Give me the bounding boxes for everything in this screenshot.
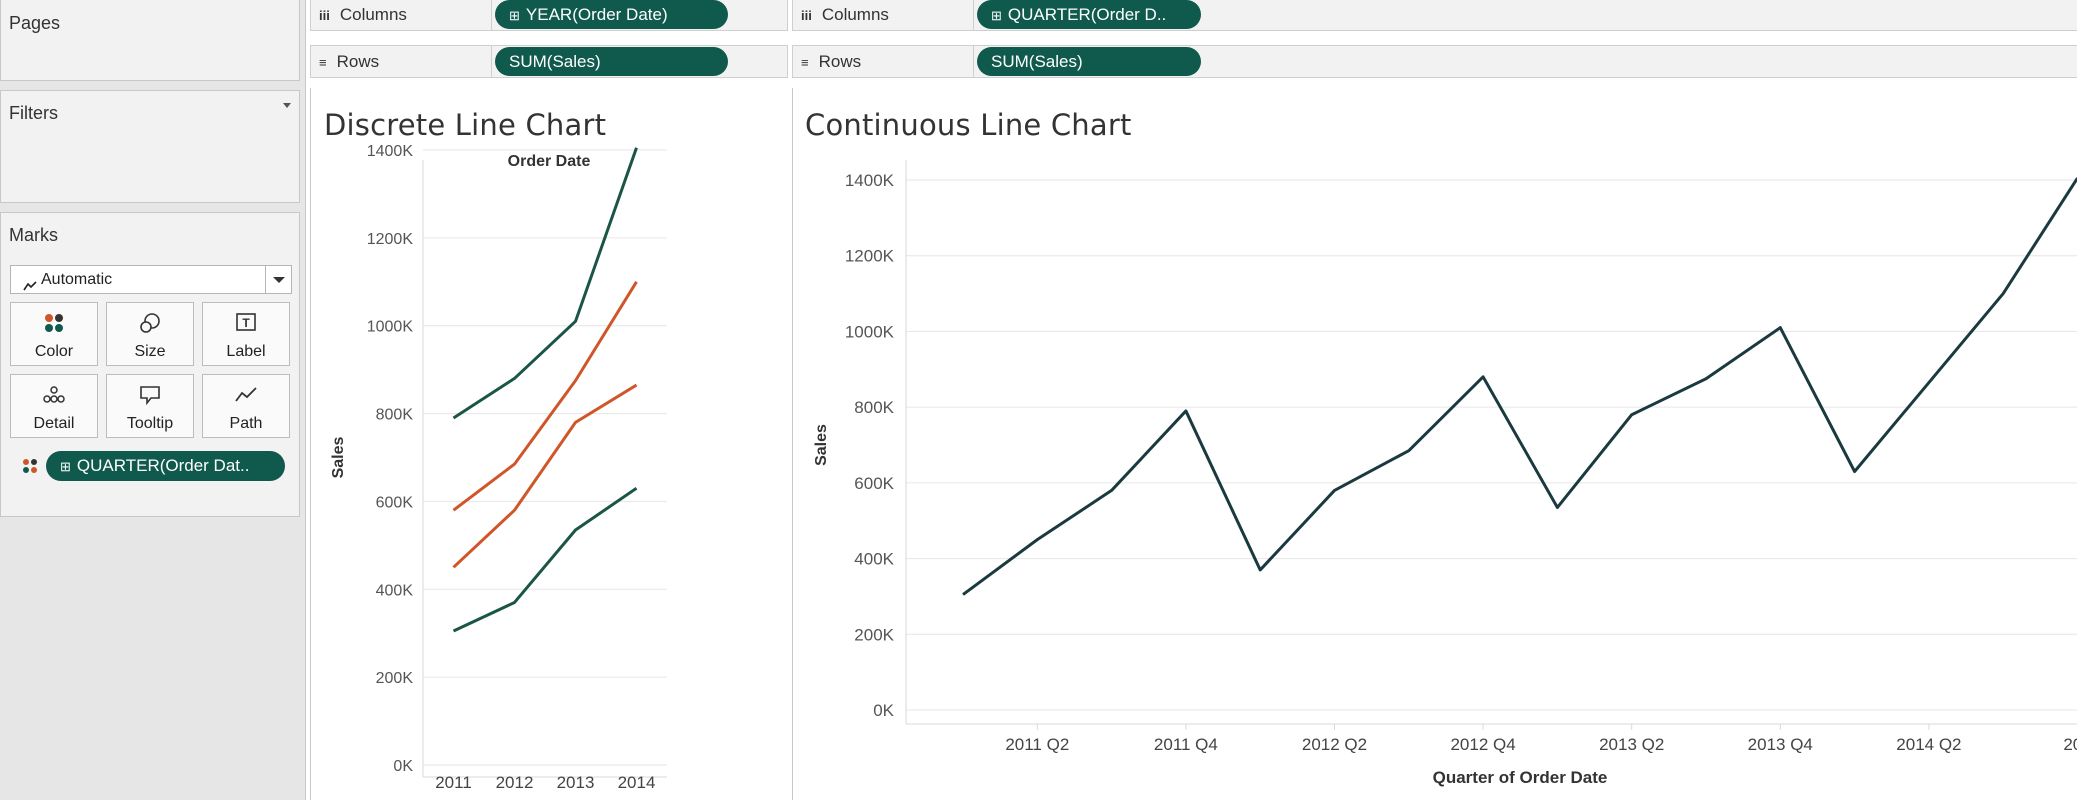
x-tick-label: 2011 Q2 <box>1005 735 1069 754</box>
expand-plus-icon[interactable]: ⊞ <box>60 459 71 474</box>
color-field-text: QUARTER(Order Dat.. <box>76 456 250 475</box>
size-circles-icon <box>107 311 193 335</box>
x-tick-label: 2012 <box>496 773 534 792</box>
x-tick-label: 2013 Q4 <box>1748 735 1813 754</box>
columns-shelf-label: iii Columns <box>319 5 407 24</box>
pages-title: Pages <box>9 13 61 33</box>
column-header: Order Date <box>508 153 591 170</box>
chevron-down-icon[interactable] <box>265 266 291 293</box>
series-line <box>452 280 638 512</box>
continuous-chart-pane: Continuous Line Chart 0K 200K 400K 600K 800K… <box>792 88 2077 800</box>
y-axis-label: Sales <box>330 436 347 478</box>
columns-shelf-left[interactable]: iii Columns ⊞ YEAR(Order Date) <box>310 0 788 31</box>
color-field-pill[interactable]: ⊞ QUARTER(Order Dat.. <box>46 451 285 481</box>
filters-card[interactable]: Filters <box>0 90 300 203</box>
detail-label: Detail <box>33 415 75 432</box>
x-tick-label: 201 <box>2063 735 2077 754</box>
series-line <box>452 147 638 420</box>
y-tick-label: 600K <box>376 494 414 511</box>
discrete-chart-pane: Discrete Line Chart Order Date 0K 200K 400K… <box>310 88 788 800</box>
y-tick-label: 1200K <box>367 231 414 248</box>
tooltip-button[interactable]: Tooltip <box>106 374 194 438</box>
detail-dots-icon <box>11 383 97 407</box>
x-tick-label: 2012 Q2 <box>1302 735 1367 754</box>
x-tick-label: 2014 Q2 <box>1896 735 1961 754</box>
y-tick-label: 1200K <box>845 247 895 266</box>
columns-icon: iii <box>319 8 330 23</box>
rows-shelf-label: ≡ Rows <box>801 52 862 71</box>
label-text-icon: T <box>203 311 289 335</box>
filters-title: Filters <box>9 103 58 123</box>
shelf-divider <box>973 0 974 30</box>
discrete-line-chart: Order Date 0K 200K 400K 600K 800K 1000K 1200K 14… <box>330 143 667 792</box>
path-label: Path <box>229 415 263 432</box>
y-tick-label: 1400K <box>845 171 895 190</box>
y-tick-label: 0K <box>393 758 413 775</box>
columns-icon: iii <box>801 8 812 23</box>
filters-dropdown-icon[interactable] <box>283 103 291 108</box>
shelf-divider <box>491 46 492 77</box>
tooltip-bubble-icon <box>107 383 193 407</box>
y-axis-label: Sales <box>813 424 830 466</box>
rows-shelf-left[interactable]: ≡ Rows SUM(Sales) <box>310 45 788 78</box>
rows-icon: ≡ <box>319 55 327 70</box>
y-tick-label: 1400K <box>367 143 414 160</box>
y-tick-label: 1000K <box>845 322 895 341</box>
mark-type-select[interactable]: Automatic <box>10 265 292 294</box>
series-line <box>962 177 2077 596</box>
shelf-divider <box>973 46 974 77</box>
columns-shelf-right[interactable]: iii Columns ⊞ QUARTER(Order D.. <box>792 0 2077 31</box>
columns-pill-quarter[interactable]: ⊞ QUARTER(Order D.. <box>977 0 1201 29</box>
rows-shelf-label: ≡ Rows <box>319 52 380 71</box>
size-button[interactable]: Size <box>106 302 194 366</box>
left-panel: Pages Filters Marks Automatic Color Size <box>0 0 306 800</box>
rows-pill-sum-sales[interactable]: SUM(Sales) <box>977 47 1201 76</box>
columns-pill-year[interactable]: ⊞ YEAR(Order Date) <box>495 0 728 29</box>
y-tick-label: 200K <box>376 670 414 687</box>
x-tick-label: 2013 <box>557 773 595 792</box>
line-mark-icon <box>23 274 37 291</box>
path-button[interactable]: Path <box>202 374 290 438</box>
series-line <box>452 487 638 633</box>
color-button[interactable]: Color <box>10 302 98 366</box>
y-tick-label: 1000K <box>367 319 414 336</box>
x-tick-label: 2014 <box>618 773 656 792</box>
mark-type-value: Automatic <box>41 271 113 288</box>
label-label: Label <box>226 343 266 360</box>
y-tick-label: 800K <box>854 398 894 417</box>
rows-pill-sum-sales[interactable]: SUM(Sales) <box>495 47 728 76</box>
columns-shelf-label: iii Columns <box>801 5 889 24</box>
x-tick-label: 2013 Q2 <box>1599 735 1664 754</box>
pages-card[interactable]: Pages <box>0 0 300 81</box>
x-tick-label: 2012 Q4 <box>1450 735 1515 754</box>
expand-plus-icon[interactable]: ⊞ <box>509 8 520 23</box>
color-label: Color <box>34 343 74 360</box>
x-tick-label: 2011 <box>435 773 472 792</box>
tooltip-label: Tooltip <box>126 415 174 432</box>
label-button[interactable]: T Label <box>202 302 290 366</box>
expand-plus-icon[interactable]: ⊞ <box>991 8 1002 23</box>
rows-shelf-right[interactable]: ≡ Rows SUM(Sales) <box>792 45 2077 78</box>
color-dots-icon <box>22 458 38 474</box>
y-tick-label: 400K <box>854 550 894 569</box>
continuous-line-chart: 0K 200K 400K 600K 800K 1000K 1200K 1400K Sales Qu… <box>813 160 2077 787</box>
x-tick-label: 2011 Q4 <box>1154 735 1218 754</box>
marks-title: Marks <box>9 225 58 245</box>
color-dots-icon <box>11 311 97 335</box>
x-axis-label: Quarter of Order Date <box>1433 768 1608 787</box>
size-label: Size <box>134 343 166 360</box>
y-tick-label: 800K <box>376 407 414 424</box>
detail-button[interactable]: Detail <box>10 374 98 438</box>
y-tick-label: 600K <box>854 474 894 493</box>
svg-text:T: T <box>242 316 250 330</box>
rows-icon: ≡ <box>801 55 809 70</box>
shelf-divider <box>491 0 492 30</box>
path-line-icon <box>203 383 289 407</box>
y-tick-label: 0K <box>873 701 894 720</box>
y-tick-label: 200K <box>854 625 894 644</box>
y-tick-label: 400K <box>376 582 414 599</box>
series-line <box>452 383 638 569</box>
